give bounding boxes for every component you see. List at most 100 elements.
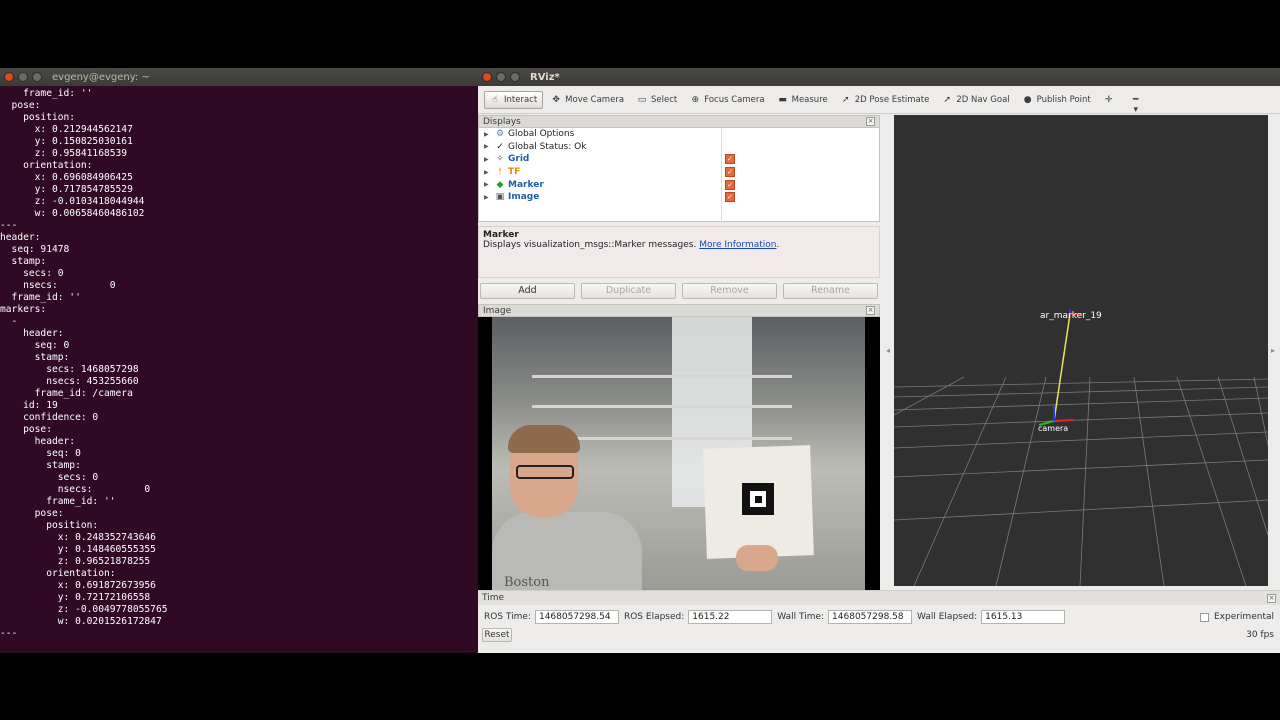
close-icon[interactable] (482, 72, 492, 82)
rename-button[interactable]: Rename (783, 283, 878, 299)
image-panel-header: Image × (478, 304, 880, 317)
measure-icon: ▬ (778, 94, 787, 105)
rviz-title: RViz* (530, 71, 560, 83)
display-item-tf[interactable]: ▶! TF ✓ (479, 166, 879, 179)
fps-readout: 30 fps (1246, 630, 1274, 640)
terminal-titlebar: evgeny@evgeny: ~ (0, 68, 478, 86)
select-tool[interactable]: ▭ Select (632, 92, 682, 108)
expand-arrow-icon[interactable]: ▶ (484, 194, 494, 201)
remove-tool-tool[interactable]: ━ ▾ (1126, 92, 1150, 115)
display-item-label: Grid (508, 154, 530, 165)
displays-tree[interactable]: ▶ ⚙ Global Options ▶ ✓ Global Status: Ok ▶ ✧ Gri… (478, 128, 880, 222)
terminal-line: - (0, 316, 18, 327)
add-tool-tool[interactable]: ✛ (1099, 92, 1123, 108)
minimize-icon[interactable] (18, 72, 28, 82)
close-icon[interactable]: × (1267, 593, 1276, 603)
image-icon: ▣ (495, 192, 505, 203)
move-camera-tool[interactable]: ✥ Move Camera (546, 92, 629, 108)
expand-arrow-icon[interactable]: ▶ (484, 131, 494, 138)
terminal-title: evgeny@evgeny: ~ (52, 71, 150, 83)
ros-elapsed-field[interactable]: 1615.22 (688, 610, 773, 624)
publish-point-icon: ● (1023, 94, 1032, 105)
3d-viewport[interactable]: ar_marker_19 camera (894, 115, 1268, 586)
display-item-image[interactable]: ▶ ▣ Image ✓ (479, 191, 879, 204)
terminal-line: z: 0.95841168539 (0, 148, 128, 159)
wall-elapsed-label: Wall Elapsed: (917, 612, 978, 622)
2d-nav-goal-tool[interactable]: ➚ 2D Nav Goal (937, 92, 1014, 108)
expand-arrow-icon[interactable]: ▶ (484, 169, 494, 176)
marker-icon: ◆ (496, 179, 504, 190)
maximize-icon[interactable] (510, 72, 520, 82)
minimize-icon[interactable] (496, 72, 506, 82)
tool-label: 2D Nav Goal (956, 94, 1010, 105)
left-dock: Displays × ▶ ⚙ Global Options ▶ ✓ Global Stat… (478, 115, 880, 594)
camera-x-axis (1053, 419, 1075, 422)
enabled-checkbox[interactable]: ✓ (725, 192, 735, 203)
expand-arrow-icon[interactable]: ▶ (484, 156, 494, 163)
select-icon: ▭ (637, 94, 647, 105)
ar-marker-dot (755, 496, 762, 503)
tool-label: Select (651, 94, 678, 105)
enabled-checkbox[interactable]: ✓ (725, 167, 735, 178)
expand-arrow-icon[interactable]: ▶ (484, 181, 494, 188)
glasses (516, 465, 574, 479)
enabled-checkbox[interactable]: ✓ (725, 179, 735, 190)
display-item-marker[interactable]: ▶ ◆ Marker ✓ (479, 178, 879, 191)
terminal-line: z: -0.0103418044944 (0, 196, 145, 207)
add-button[interactable]: Add (480, 283, 575, 299)
tool-label: Publish Point (1036, 94, 1091, 105)
collapse-left-icon[interactable]: ◂ (886, 346, 890, 355)
add-tool-icon: ✛ (1104, 94, 1113, 105)
display-item-global-status-ok[interactable]: ▶ ✓ Global Status: Ok (479, 141, 879, 154)
camera-label: camera (1038, 424, 1068, 433)
display-item-global-options[interactable]: ▶ ⚙ Global Options (479, 128, 879, 141)
publish-point-tool[interactable]: ● Publish Point (1018, 92, 1096, 108)
experimental-checkbox[interactable] (1199, 612, 1209, 622)
wall-elapsed-field[interactable]: 1615.13 (981, 610, 1066, 624)
display-item-label: Marker (508, 179, 544, 190)
more-information-link[interactable]: More Information (699, 240, 776, 250)
terminal-line: header: (0, 232, 41, 243)
terminal-line: y: 0.72172106558 (0, 592, 151, 603)
terminal-line: confidence: 0 (0, 412, 99, 423)
terminal-window[interactable]: evgeny@evgeny: ~ frame_id: '' pose: posi… (0, 68, 478, 653)
close-icon[interactable]: × (866, 306, 875, 315)
remove-button[interactable]: Remove (682, 283, 777, 299)
ros-time-label: ROS Time: (484, 612, 531, 622)
close-icon[interactable] (4, 72, 14, 82)
shelf (532, 375, 792, 378)
focus-camera-tool[interactable]: ⊕ Focus Camera (685, 92, 769, 108)
camera-frame: Boston (492, 317, 865, 594)
terminal-line: x: 0.691872673956 (0, 580, 156, 591)
rviz-window: RViz* ☝ Interact ✥ Move Camera ▭ Select ⊕ Focus… (478, 68, 1280, 653)
terminal-output[interactable]: frame_id: '' pose: position: x: 0.212944… (0, 86, 478, 640)
collapse-right-icon[interactable]: ▸ (1271, 346, 1275, 355)
pose-estimate-icon: ➚ (841, 94, 850, 105)
interact-tool[interactable]: ☝ Interact (484, 90, 544, 109)
ros-time-field[interactable]: 1468057298.54 (534, 610, 619, 624)
grid (894, 376, 1268, 586)
close-icon[interactable]: × (866, 117, 875, 126)
expand-arrow-icon[interactable]: ▶ (484, 143, 494, 150)
reset-button[interactable]: Reset (482, 628, 512, 642)
experimental-label: Experimental (1213, 612, 1274, 622)
2d-pose-estimate-tool[interactable]: ➚ 2D Pose Estimate (836, 92, 935, 108)
time-fields: ROS Time: 1468057298.54 ROS Elapsed: 161… (478, 605, 1280, 624)
remove-tool-icon: ━ ▾ (1133, 94, 1139, 115)
terminal-line: z: 0.96521878255 (0, 556, 151, 567)
wall-time-field[interactable]: 1468057298.58 (828, 610, 913, 624)
display-item-label: TF (508, 167, 521, 178)
terminal-line: x: 0.248352743646 (0, 532, 156, 543)
enabled-checkbox[interactable]: ✓ (725, 154, 735, 165)
terminal-line: nsecs: 453255660 (0, 376, 139, 387)
terminal-line: header: (0, 328, 64, 339)
duplicate-button[interactable]: Duplicate (581, 283, 676, 299)
maximize-icon[interactable] (32, 72, 42, 82)
display-item-grid[interactable]: ▶ ✧ Grid ✓ (479, 153, 879, 166)
warning-icon: ! (498, 167, 502, 178)
terminal-line: orientation: (0, 568, 116, 579)
experimental-option[interactable]: Experimental (1199, 612, 1274, 622)
person-hair (508, 425, 580, 453)
measure-tool[interactable]: ▬ Measure (773, 92, 833, 108)
rviz-titlebar: RViz* (478, 68, 1280, 86)
